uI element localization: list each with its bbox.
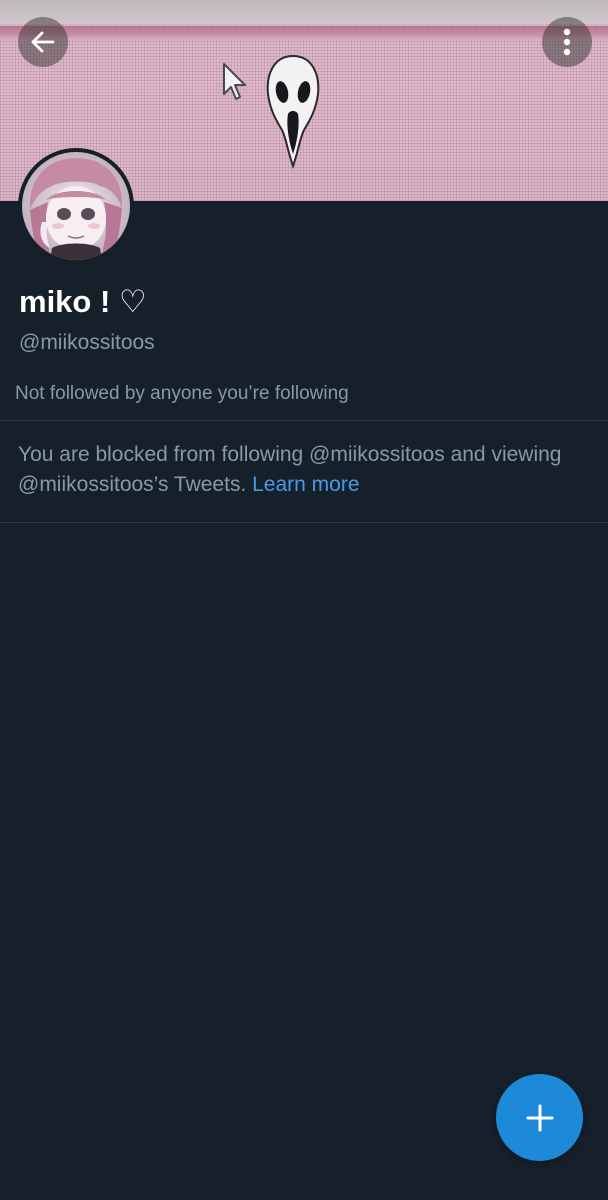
compose-tweet-button[interactable] [496, 1074, 583, 1161]
avatar-image [22, 152, 130, 260]
profile-handle: @miikossitoos [19, 331, 155, 354]
profile-avatar[interactable] [18, 148, 134, 264]
banner-stripe [0, 26, 608, 40]
banner-top-band [0, 0, 608, 24]
arrow-left-icon [31, 31, 55, 53]
plus-icon [526, 1104, 553, 1131]
learn-more-link[interactable]: Learn more [252, 473, 359, 496]
blocked-notice: You are blocked from following @miikossi… [18, 440, 578, 500]
more-options-button[interactable] [542, 17, 592, 67]
divider [0, 522, 608, 523]
followed-by-text: Not followed by anyone you’re following [15, 383, 349, 404]
divider [0, 420, 608, 421]
banner-cursor-image [223, 63, 246, 100]
back-button[interactable] [18, 17, 68, 67]
more-vertical-icon [563, 28, 571, 56]
display-name: miko ! ♡ [19, 284, 147, 319]
banner-ghostface-image [266, 54, 320, 169]
